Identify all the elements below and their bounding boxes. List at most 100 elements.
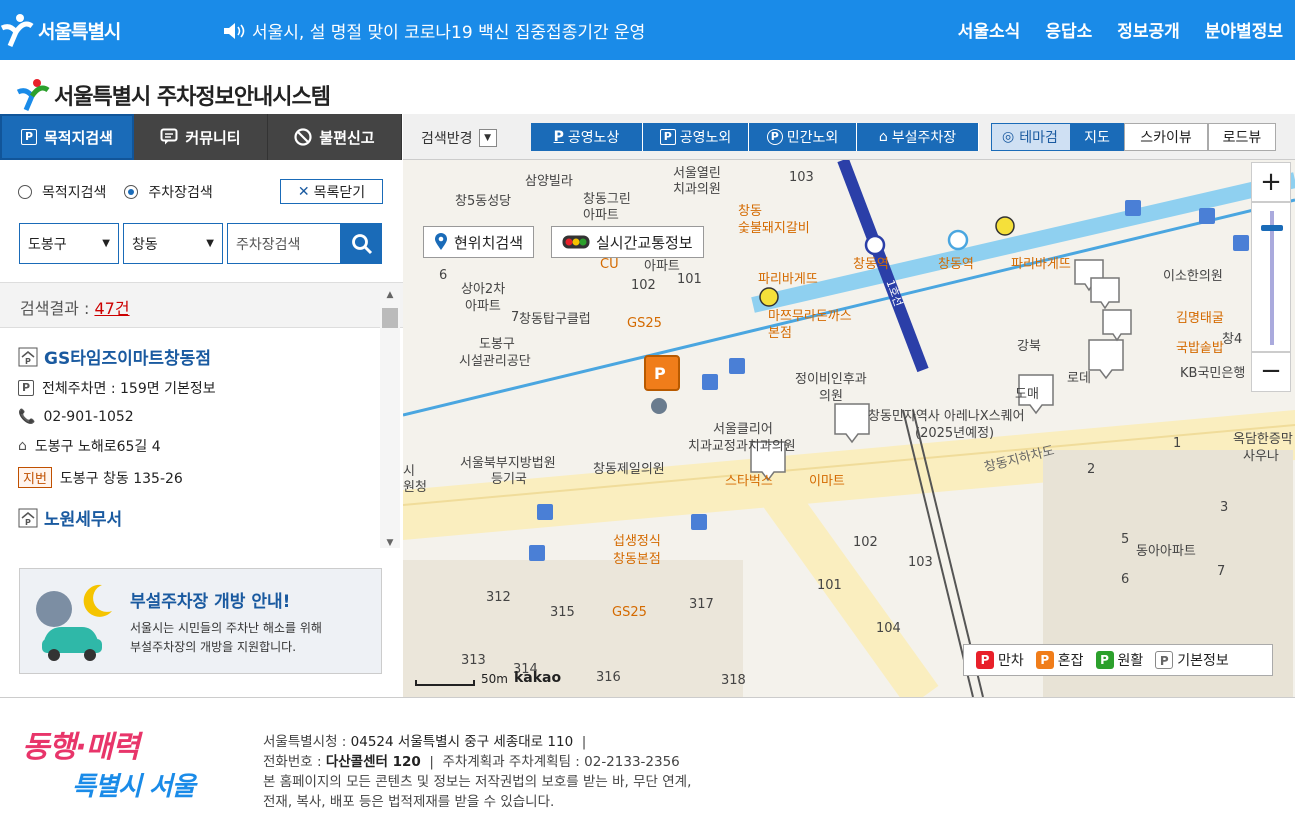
- footer-address: 04524 서울특별시 중구 세종대로 110: [350, 734, 574, 750]
- zoom-slider[interactable]: [1251, 202, 1291, 352]
- layer-public-street[interactable]: P 공영노상: [531, 123, 643, 151]
- shared-parking-banner[interactable]: 부설주차장 개방 안내! 서울시는 시민들의 주차난 해소를 위해 부설주차장의…: [19, 568, 382, 674]
- map-label: 도매: [1015, 387, 1039, 402]
- map-label: 101: [677, 272, 702, 287]
- radio-destination[interactable]: [18, 185, 32, 199]
- speaker-icon: [224, 22, 245, 39]
- district-select[interactable]: 도봉구 ▼: [19, 223, 119, 264]
- dong-select[interactable]: 창동 ▼: [123, 223, 223, 264]
- item-phone: 02-901-1052: [43, 409, 134, 425]
- layer-label: 민간노외: [786, 130, 839, 146]
- traffic-label: 실시간교통정보: [596, 233, 693, 252]
- tab-community[interactable]: 커뮤니티: [134, 114, 268, 160]
- map-label: 시설관리공단: [459, 354, 531, 369]
- tab-destination-search[interactable]: P 목적지검색: [0, 114, 134, 160]
- notice-link[interactable]: 서울시, 설 명절 맞이 코로나19 백신 집중접종기간 운영: [222, 18, 645, 43]
- scrollbar-thumb[interactable]: [382, 308, 398, 328]
- map-label: 7: [1217, 564, 1226, 579]
- seoul-logo-link[interactable]: 서울특별시: [0, 12, 121, 48]
- traffic-button[interactable]: 실시간교통정보: [551, 226, 704, 258]
- traffic-light-icon: [562, 235, 590, 249]
- legend-busy: 혼잡: [1057, 653, 1084, 669]
- search-button[interactable]: [341, 223, 382, 264]
- zoom-in-button[interactable]: +: [1251, 162, 1291, 202]
- map-label: 동아아파트: [1136, 544, 1196, 559]
- scale-bar: [415, 680, 475, 686]
- map-label: 창동지하차도: [982, 443, 1056, 476]
- map-label: 316: [596, 670, 621, 685]
- radius-label: 검색반경: [421, 131, 473, 147]
- zoom-out-button[interactable]: −: [1251, 352, 1291, 392]
- map-label: 103: [789, 170, 814, 185]
- view-roadview[interactable]: 로드뷰: [1208, 123, 1276, 151]
- map-label: 2: [1087, 462, 1096, 477]
- map-label: 김명태굴: [1176, 311, 1224, 326]
- footer-copyright-1: 본 홈페이지의 모든 콘텐츠 및 정보는 저작권법의 보호를 받는 바, 무단 …: [263, 774, 692, 790]
- dong-value: 창동: [132, 236, 158, 253]
- map-label: 101: [817, 578, 842, 593]
- list-item[interactable]: P GS타임즈이마트창동점 P 전체주차면 : 159면 기본정보 📞 02-901…: [0, 328, 380, 488]
- map-label: 치과의원: [673, 182, 721, 197]
- radius-select[interactable]: 검색반경 ▼: [421, 128, 497, 148]
- parking-house-icon: ⌂: [878, 129, 888, 145]
- close-list-button[interactable]: ✕ 목록닫기: [280, 179, 383, 204]
- list-item[interactable]: P 노원세무서: [0, 499, 380, 530]
- layer-private-lot[interactable]: P 민간노외: [749, 123, 857, 151]
- close-list-label: 목록닫기: [313, 184, 366, 201]
- map-label: 103: [908, 555, 933, 570]
- map-label: 312: [486, 590, 511, 605]
- map-label: 국밥솥밥: [1176, 341, 1224, 356]
- result-list: P GS타임즈이마트창동점 P 전체주차면 : 159면 기본정보 📞 02-901…: [0, 328, 380, 548]
- legend-info: 기본정보: [1177, 653, 1229, 669]
- home-icon: ⌂: [18, 438, 27, 454]
- theme-search-button[interactable]: ◎ 테마검: [991, 123, 1071, 151]
- locate-button[interactable]: 현위치검색: [423, 226, 535, 258]
- dropdown-arrow-icon: ▼: [206, 238, 214, 249]
- map-label: 치과교정과치과의원: [688, 439, 796, 454]
- map-label: 본점: [768, 326, 792, 341]
- close-icon: ✕: [297, 183, 310, 200]
- footer-address-label: 서울특별시청 :: [263, 734, 351, 750]
- chat-icon: [160, 128, 178, 145]
- site-brand[interactable]: 서울특별시 주차정보안내시스템: [16, 78, 331, 112]
- parking-street-icon: P: [553, 129, 564, 145]
- result-count[interactable]: 47건: [94, 299, 129, 318]
- parking-search-input[interactable]: 주차장검색: [227, 223, 341, 264]
- map-legend: P 만차 P 혼잡 P 원활 P 기본정보: [963, 644, 1273, 676]
- layer-label: 부설주차장: [891, 130, 957, 146]
- map-label: 아파트: [465, 299, 501, 314]
- layer-attached-parking[interactable]: ⌂ 부설주차장: [857, 123, 979, 151]
- map-label: 5: [1121, 532, 1130, 547]
- zoom-slider-handle[interactable]: [1261, 225, 1283, 231]
- view-skyview[interactable]: 스카이뷰: [1124, 123, 1208, 151]
- map-label: 창동역: [938, 257, 974, 272]
- zoom-control: + −: [1251, 160, 1295, 420]
- car-moon-illustration: [36, 584, 112, 661]
- map-label: 이소한의원: [1163, 269, 1223, 284]
- map-label: 등기국: [491, 472, 527, 487]
- legend-available: 원활: [1117, 653, 1144, 669]
- map-label: (2025년예정): [915, 426, 995, 441]
- footer-info: 서울특별시청 : 04524 서울특별시 중구 세종대로 110 | 전화번호 …: [263, 734, 692, 810]
- global-nav: 서울소식 응답소 정보공개 분야별정보: [958, 17, 1283, 42]
- layer-public-lot[interactable]: P 공영노외: [643, 123, 749, 151]
- list-scrollbar[interactable]: ▲ ▼: [380, 290, 400, 548]
- available-parking-icon: P: [1095, 651, 1114, 669]
- footer-copyright-2: 전재, 복사, 배포 등은 법적제재를 받을 수 있습니다.: [263, 794, 555, 810]
- gnb-categories[interactable]: 분야별정보: [1205, 17, 1283, 42]
- theme-label: 테마검: [1019, 130, 1058, 146]
- gnb-open-info[interactable]: 정보공개: [1117, 17, 1180, 42]
- gnb-response[interactable]: 응답소: [1045, 17, 1092, 42]
- map-canvas[interactable]: P 삼양빌라 서울열린 치과의원 창5동성당 창동그린 아파트 창동 숯불돼지갈비 103 파리바…: [403, 160, 1295, 697]
- tab-complaint[interactable]: 불편신고: [268, 114, 402, 160]
- gnb-news[interactable]: 서울소식: [958, 17, 1021, 42]
- slogan-line-1: 동행·매력: [22, 730, 140, 765]
- jibun-badge: 지번: [18, 467, 52, 488]
- radio-parking[interactable]: [124, 185, 139, 199]
- view-map[interactable]: 지도: [1070, 123, 1124, 151]
- map-label: 창동탑구클럽: [519, 312, 591, 327]
- map-label: KB국민은행: [1180, 366, 1246, 381]
- map-label: 104: [876, 621, 901, 636]
- map-label: 사우나: [1243, 449, 1279, 464]
- top-bar: 서울특별시 서울시, 설 명절 맞이 코로나19 백신 집중접종기간 운영 서울…: [0, 0, 1295, 60]
